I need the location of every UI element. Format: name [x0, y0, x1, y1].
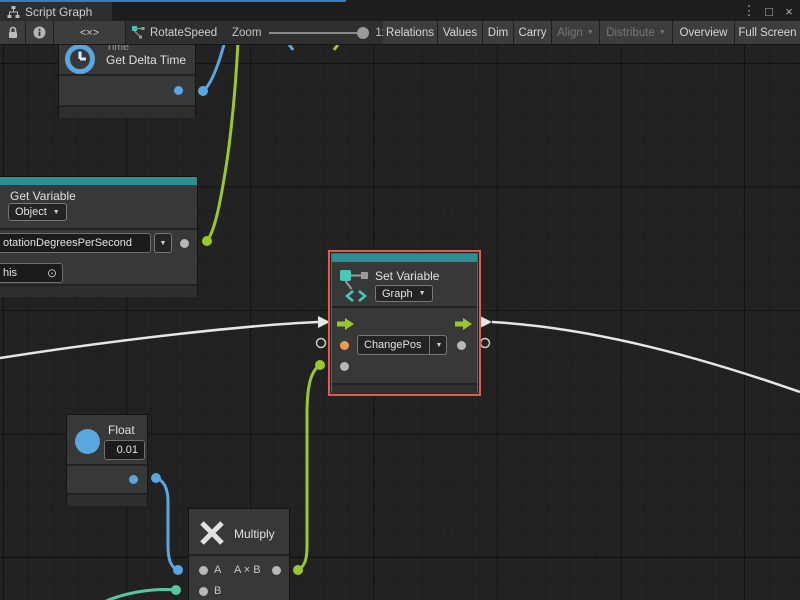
value-connection-delta-time: [203, 45, 225, 91]
flow-connection-in: [0, 322, 318, 358]
zoom-label: Zoom: [232, 27, 261, 39]
tab-bar: Script Graph ⋮ □ ×: [0, 0, 800, 21]
node-get-delta-time[interactable]: Time Get Delta Time: [58, 45, 196, 117]
tab-label: Script Graph: [25, 5, 92, 19]
overview-button[interactable]: Overview: [673, 21, 735, 44]
output-port-product[interactable]: [272, 566, 281, 575]
node-get-variable[interactable]: Get Variable Object ▼ otationDegreesPerS…: [0, 176, 198, 296]
zoom-slider-handle[interactable]: [357, 27, 369, 39]
input-port-variable-name[interactable]: [340, 341, 349, 350]
zoom-slider[interactable]: [269, 32, 369, 34]
value-connection-float: [156, 478, 178, 570]
variable-node-header-bar: [332, 254, 477, 262]
float-value-field[interactable]: 0.01: [104, 440, 145, 460]
output-port-delta-time[interactable]: [174, 86, 183, 95]
input-port-b[interactable]: [199, 587, 208, 596]
dim-button[interactable]: Dim: [483, 21, 514, 44]
chevron-down-icon: ▼: [419, 290, 426, 297]
graph-name-label: RotateSpeed: [150, 27, 217, 39]
port-label-a: A: [214, 564, 221, 576]
info-button[interactable]: [26, 21, 54, 44]
multiply-x-icon: [198, 519, 226, 552]
align-dropdown[interactable]: Align▼: [552, 21, 600, 44]
output-port-float[interactable]: [129, 475, 138, 484]
maximize-icon[interactable]: □: [762, 4, 776, 19]
variable-name-dropdown-button[interactable]: ▼: [154, 233, 172, 253]
flow-connection-out: [492, 322, 800, 392]
input-port-value[interactable]: [340, 362, 349, 371]
variable-node-header-bar: [0, 177, 197, 185]
object-picker-icon[interactable]: ⊙: [47, 266, 57, 280]
variable-name-dropdown[interactable]: ChangePos ▼: [357, 335, 447, 355]
carry-button[interactable]: Carry: [514, 21, 552, 44]
connection-endpoint: [151, 473, 161, 483]
window-menu-icon[interactable]: ⋮: [742, 3, 756, 19]
chevron-down-icon: ▼: [659, 29, 666, 36]
graph-hierarchy-icon: [7, 6, 20, 18]
port-ring-left[interactable]: [317, 339, 326, 348]
connection-stub: [334, 45, 338, 50]
port-label-b: B: [214, 585, 221, 597]
connection-endpoint: [315, 360, 325, 370]
connection-endpoint: [198, 86, 208, 96]
node-set-variable[interactable]: Set Variable Graph ▼ ChangePos ▼: [331, 253, 478, 393]
input-port-a[interactable]: [199, 566, 208, 575]
node-title: Get Variable: [10, 189, 76, 203]
fullscreen-button[interactable]: Full Screen: [735, 21, 800, 44]
output-port-variable-value[interactable]: [180, 239, 189, 248]
relations-button[interactable]: Relations: [383, 21, 438, 44]
variable-scope-dropdown[interactable]: Object ▼: [8, 203, 67, 221]
target-object-field[interactable]: his ⊙: [0, 263, 63, 283]
close-icon[interactable]: ×: [782, 4, 796, 19]
code-icon: <×>: [80, 27, 99, 39]
connection-endpoint: [173, 565, 183, 575]
chevron-down-icon: ▼: [53, 209, 60, 216]
port-label-output: A × B: [234, 564, 261, 576]
float-circle-icon: [74, 428, 101, 460]
value-connection-variable: [207, 45, 238, 241]
connection-endpoint: [171, 585, 181, 595]
lock-button[interactable]: [0, 21, 26, 44]
values-button[interactable]: Values: [438, 21, 483, 44]
info-icon: [33, 26, 46, 39]
node-float[interactable]: Float 0.01: [66, 414, 148, 505]
tab-script-graph[interactable]: Script Graph: [0, 2, 112, 21]
connection-endpoint: [293, 565, 303, 575]
flow-arrowhead-in: [318, 316, 330, 328]
connection-stub: [289, 45, 293, 50]
flow-input-port[interactable]: [337, 317, 354, 335]
value-connection-b: [104, 590, 176, 600]
connection-endpoint: [202, 236, 212, 246]
chevron-down-icon[interactable]: ▼: [429, 336, 449, 354]
node-title: Float: [108, 423, 135, 437]
node-title: Multiply: [234, 527, 275, 541]
chevron-down-icon: ▼: [587, 29, 594, 36]
chevron-down-icon: ▼: [160, 240, 167, 247]
flow-arrowhead-out: [480, 316, 492, 328]
flow-output-port[interactable]: [455, 317, 472, 335]
node-title: Set Variable: [375, 269, 439, 283]
output-port-value[interactable]: [457, 341, 466, 350]
value-connection-multiply-out: [298, 365, 320, 570]
code-preview-button[interactable]: <×>: [54, 21, 126, 44]
distribute-dropdown[interactable]: Distribute▼: [600, 21, 673, 44]
script-graph-node-icon: [339, 267, 370, 309]
port-ring-right[interactable]: [481, 339, 490, 348]
node-multiply[interactable]: Multiply A A × B B: [188, 508, 290, 600]
variable-scope-dropdown[interactable]: Graph ▼: [375, 285, 433, 302]
variable-name-field[interactable]: otationDegreesPerSecond: [0, 233, 151, 253]
graph-toolbar: <×> RotateSpeed Zoom 1x Relations Values…: [0, 21, 800, 45]
node-kind-label: Time: [106, 45, 129, 53]
node-title: Get Delta Time: [106, 53, 186, 67]
lock-icon: [7, 26, 19, 39]
graph-canvas[interactable]: Time Get Delta Time Get Variable Object …: [0, 45, 800, 600]
script-graph-icon: [132, 26, 145, 39]
